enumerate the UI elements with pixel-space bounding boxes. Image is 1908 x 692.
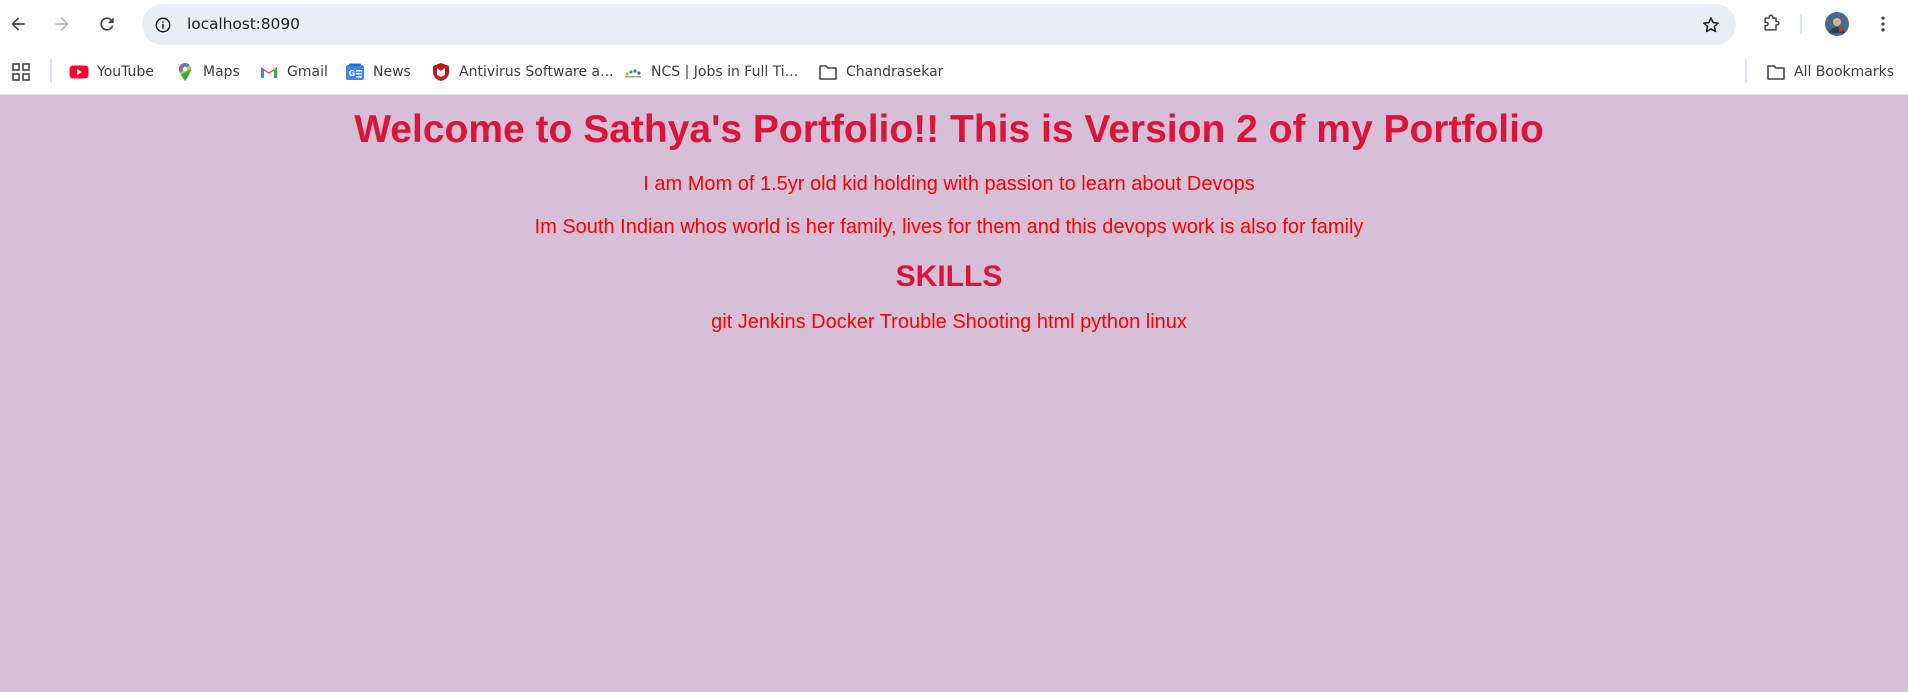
url-text[interactable]: localhost:8090 xyxy=(187,15,300,33)
bookmark-label: Maps xyxy=(203,64,240,80)
more-vert-icon xyxy=(1881,16,1885,32)
back-button[interactable] xyxy=(2,8,34,40)
back-icon xyxy=(11,17,25,31)
avatar-icon xyxy=(1825,12,1849,36)
forward-button[interactable] xyxy=(46,8,78,40)
bookmark-youtube[interactable]: YouTube xyxy=(69,58,154,86)
bookmark-label: NCS | Jobs in Full Ti... xyxy=(651,64,799,80)
address-bar[interactable]: localhost:8090 xyxy=(142,4,1736,45)
bookmarks-divider-right xyxy=(1745,59,1747,83)
puzzle-icon xyxy=(1764,14,1780,31)
folder-icon xyxy=(1766,62,1786,82)
menu-button[interactable] xyxy=(1867,8,1899,40)
page-heading: Welcome to Sathya's Portfolio!! This is … xyxy=(354,108,1544,151)
toolbar-divider xyxy=(1800,14,1802,34)
all-bookmarks-button[interactable]: All Bookmarks xyxy=(1766,58,1894,86)
bookmark-gmail[interactable]: Gmail xyxy=(259,58,328,86)
bookmarks-divider xyxy=(50,59,52,83)
bookmark-label: Gmail xyxy=(287,64,328,80)
bookmark-maps[interactable]: Maps xyxy=(175,58,240,86)
intro-paragraph-2: Im South Indian whos world is her family… xyxy=(534,216,1364,238)
bookmark-label: Chandrasekar xyxy=(846,64,944,80)
forward-icon xyxy=(55,17,69,31)
profile-avatar[interactable] xyxy=(1821,8,1853,40)
folder-icon xyxy=(818,62,838,82)
reload-icon xyxy=(100,17,114,31)
bookmark-star-icon[interactable] xyxy=(1699,13,1722,36)
bookmark-antivirus[interactable]: Antivirus Software a... xyxy=(431,58,613,86)
site-info-icon[interactable] xyxy=(152,14,173,35)
bookmark-label: Antivirus Software a... xyxy=(459,64,614,80)
youtube-icon xyxy=(69,62,89,82)
news-icon: G xyxy=(345,62,365,82)
skills-heading: SKILLS xyxy=(895,260,1003,293)
maps-icon xyxy=(175,62,195,82)
svg-text:G: G xyxy=(349,69,356,78)
apps-grid-icon xyxy=(11,62,31,82)
page-viewport: Welcome to Sathya's Portfolio!! This is … xyxy=(0,95,1908,692)
skills-list: git Jenkins Docker Trouble Shooting html… xyxy=(711,311,1187,333)
extensions-button[interactable] xyxy=(1755,8,1787,40)
gmail-icon xyxy=(259,62,279,82)
bookmark-label: News xyxy=(373,64,411,80)
reload-button[interactable] xyxy=(91,8,123,40)
intro-paragraph-1: I am Mom of 1.5yr old kid holding with p… xyxy=(643,173,1255,195)
bookmark-folder-chandrasekar[interactable]: Chandrasekar xyxy=(818,58,943,86)
ncs-icon xyxy=(623,62,643,82)
apps-button[interactable] xyxy=(11,58,31,86)
bookmark-news[interactable]: G News xyxy=(345,58,411,86)
bookmark-ncs[interactable]: NCS | Jobs in Full Ti... xyxy=(623,58,798,86)
page-body: Welcome to Sathya's Portfolio!! This is … xyxy=(0,107,1898,334)
all-bookmarks-label: All Bookmarks xyxy=(1794,64,1895,80)
mcafee-icon xyxy=(431,62,451,82)
bookmarks-bar: YouTube Maps Gmail G News Antivirus Soft… xyxy=(0,48,1908,95)
browser-toolbar: localhost:8090 xyxy=(0,0,1908,48)
bookmark-label: YouTube xyxy=(97,64,154,80)
